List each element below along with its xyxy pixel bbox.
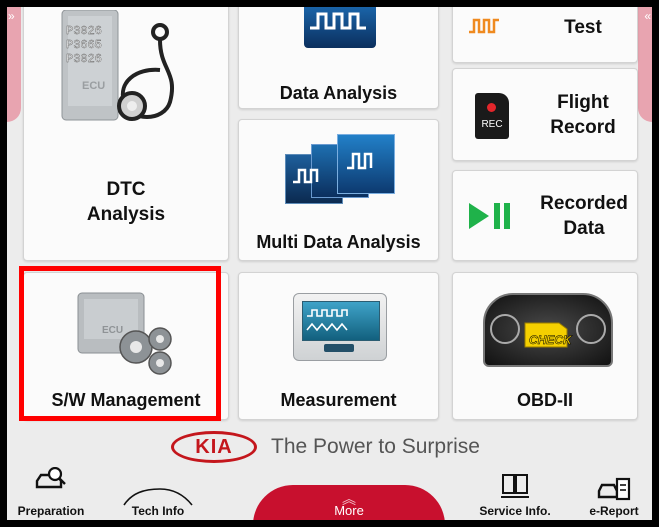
multi-data-icon: [285, 134, 395, 214]
test-label: Test: [564, 17, 602, 38]
flight-record-label-line1: Flight: [557, 92, 609, 113]
oscilloscope-icon: [293, 293, 387, 361]
rec-badge: REC: [481, 119, 503, 130]
check-engine-dashboard-icon: CHECK: [483, 293, 613, 367]
left-side-tab[interactable]: »: [7, 7, 21, 122]
rec-sdcard-icon: REC: [475, 93, 509, 139]
obd-ii-label: OBD-II: [517, 390, 573, 410]
play-pause-icon: [467, 201, 513, 236]
book-hand-icon: [501, 474, 529, 498]
recorded-data-label-line2: Data: [563, 218, 605, 239]
nav-service-info-label: Service Info.: [479, 504, 551, 518]
kia-logo-text: KIA: [195, 436, 233, 458]
car-report-icon: [597, 477, 631, 501]
nav-preparation-label: Preparation: [17, 504, 85, 518]
data-analysis-label: Data Analysis: [279, 83, 398, 103]
ecu-stethoscope-icon: P3026 P3665 P3026 ECU: [60, 9, 180, 130]
nav-more[interactable]: ︽ More: [297, 465, 401, 520]
data-analysis-tile[interactable]: Data Analysis: [238, 7, 439, 109]
kia-logo: KIA: [171, 431, 257, 463]
flight-record-tile[interactable]: REC Flight Record: [452, 68, 638, 161]
recorded-data-label-line1: Recorded: [540, 193, 628, 214]
check-text: CHECK: [529, 333, 572, 348]
dtc-analysis-tile[interactable]: P3026 P3665 P3026 ECU DTC Analysis: [23, 7, 229, 261]
multi-data-analysis-tile[interactable]: Multi Data Analysis: [238, 119, 439, 261]
dtc-analysis-label-line1: DTC: [106, 179, 146, 200]
sw-management-highlight-box: [19, 266, 221, 421]
dtc-code-2: P3665: [66, 38, 103, 52]
measurement-label: Measurement: [280, 390, 397, 410]
obd-ii-tile[interactable]: CHECK OBD-II: [452, 272, 638, 420]
flight-record-label-line2: Record: [550, 117, 616, 138]
nav-more-label: More: [334, 503, 364, 518]
nav-ereport[interactable]: e-Report: [579, 465, 649, 520]
recorded-data-tile[interactable]: Recorded Data: [452, 170, 638, 261]
car-search-icon: [35, 467, 66, 489]
nav-tech-info-label: Tech Info: [131, 504, 185, 518]
data-analysis-icon: [304, 7, 376, 48]
brand-tagline: The Power to Surprise: [271, 435, 480, 458]
bottom-nav: Preparation Tech Info ︽ More Service Inf…: [7, 465, 652, 520]
expand-left-icon: »: [8, 9, 15, 23]
dtc-code-3: P3026: [66, 52, 103, 66]
ecu-label: ECU: [82, 80, 106, 92]
test-tile[interactable]: Test: [452, 7, 638, 63]
brand-row: KIA The Power to Surprise: [7, 429, 652, 465]
test-signal-icon: [467, 14, 505, 41]
dtc-analysis-label-line2: Analysis: [86, 204, 166, 225]
multi-data-analysis-label: Multi Data Analysis: [256, 232, 421, 252]
nav-service-info[interactable]: Service Info.: [473, 465, 557, 520]
expand-right-icon: «: [644, 9, 651, 23]
right-side-tab[interactable]: «: [638, 7, 652, 122]
nav-tech-info[interactable]: Tech Info: [115, 465, 201, 520]
nav-ereport-label: e-Report: [589, 504, 639, 518]
measurement-tile[interactable]: Measurement: [238, 272, 439, 420]
main-screen: » « P3026 P3665 P3026 ECU DTC Analysis D…: [7, 7, 652, 520]
rec-dot: [487, 103, 496, 112]
nav-preparation[interactable]: Preparation: [11, 465, 91, 520]
dtc-code-1: P3026: [66, 24, 103, 38]
